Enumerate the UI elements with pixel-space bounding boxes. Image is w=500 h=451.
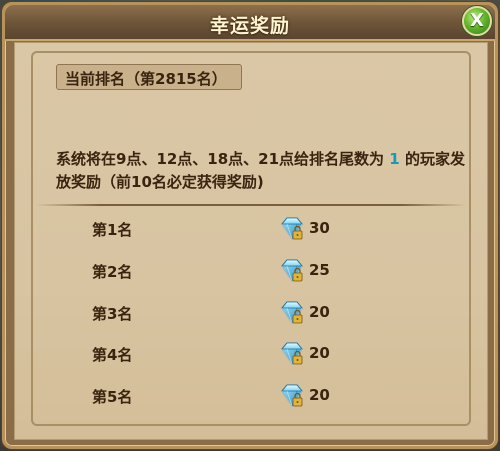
reward-row: 第4名 20 <box>0 339 500 369</box>
reward-amount: 20 <box>309 344 330 362</box>
close-icon: X <box>470 10 484 31</box>
reward-place: 第3名 <box>92 305 133 323</box>
reward-amount: 30 <box>309 219 330 237</box>
diamond-icon <box>279 258 305 284</box>
diamond-icon <box>279 216 305 242</box>
dialog-title-bar: 幸运奖励 <box>5 5 495 41</box>
current-rank-label: 当前排名（第2815名） <box>65 70 227 88</box>
dialog-title: 幸运奖励 <box>209 15 290 37</box>
reward-amount: 25 <box>309 261 330 279</box>
notice-text-before: 系统将在9点、12点、18点、21点给排名尾数为 <box>56 150 390 168</box>
reward-notice: 系统将在9点、12点、18点、21点给排名尾数为 1 的玩家发放奖励（前10名必… <box>56 148 476 194</box>
reward-row: 第3名 20 <box>0 298 500 328</box>
reward-row: 第2名 25 <box>0 256 500 286</box>
section-divider <box>36 204 466 206</box>
reward-place: 第4名 <box>92 346 133 364</box>
diamond-icon <box>279 341 305 367</box>
diamond-icon <box>279 300 305 326</box>
reward-amount: 20 <box>309 386 330 404</box>
reward-place: 第2名 <box>92 263 133 281</box>
notice-highlight-digit: 1 <box>389 150 400 168</box>
reward-place: 第5名 <box>92 388 133 406</box>
current-rank-badge: 当前排名（第2815名） <box>56 64 242 90</box>
diamond-icon <box>279 383 305 409</box>
reward-row: 第1名 30 <box>0 214 500 244</box>
reward-place: 第1名 <box>92 221 133 239</box>
reward-amount: 20 <box>309 303 330 321</box>
reward-row: 第5名 20 <box>0 381 500 411</box>
close-button[interactable]: X <box>462 6 492 36</box>
